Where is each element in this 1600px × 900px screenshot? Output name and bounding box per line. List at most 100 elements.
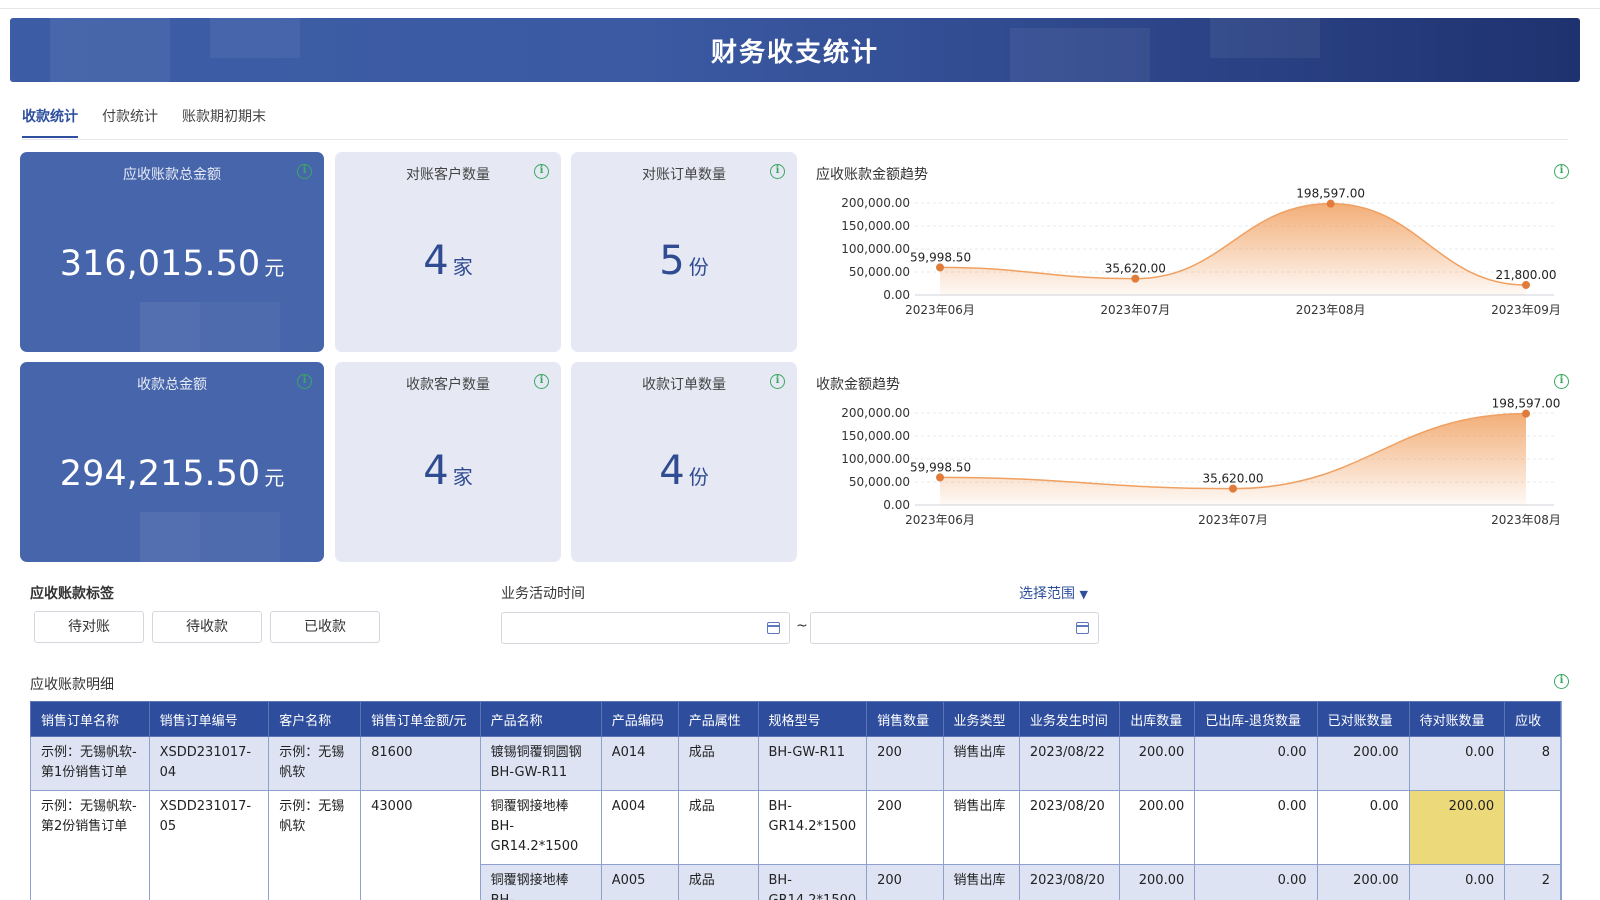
calendar-icon [767,622,780,634]
data-point[interactable] [936,263,944,272]
x-tick-label: 2023年07月 [1198,513,1268,527]
table-cell: 0.00 [1194,736,1318,791]
start-date-input[interactable] [501,612,790,644]
card-recon-orders: 对账订单数量 i 5份 [571,152,797,352]
chart-title-received: 收款金额趋势 [816,377,900,393]
tag-filter-label: 应收账款标签 [30,586,114,602]
column-header[interactable]: 客户名称 [268,701,362,737]
info-icon[interactable]: i [1554,674,1569,689]
y-tick-label: 100,000.00 [841,452,910,466]
table-cell: 200 [866,864,944,900]
y-tick-label: 150,000.00 [841,219,910,233]
table-cell: XSDD231017-05 [148,790,270,900]
header-banner: 财务收支统计 [10,18,1580,82]
table-row[interactable]: 示例：无锡帆软-第1份销售订单 XSDD231017-04 示例：无锡帆软 81600… [30,736,1561,791]
tag-received-button[interactable]: 已收款 [270,611,380,643]
received-trend-chart: 0.00 50,000.00 100,000.00 150,000.00 200,000… [841,398,1561,527]
card-title: 对账客户数量 [406,167,490,183]
info-icon[interactable]: i [770,374,785,389]
table-cell: 200 [866,790,944,865]
table-cell: BH-GR14.2*1500 [757,864,868,900]
table-cell: A004 [600,790,679,865]
column-header[interactable]: 出库数量 [1119,701,1196,737]
table-cell: 200.00 [1316,864,1410,900]
info-icon[interactable]: i [297,374,312,389]
data-point[interactable] [936,473,944,482]
table-cell: 0.00 [1194,864,1318,900]
select-range-dropdown[interactable]: 选择范围 ▼ [1019,583,1088,603]
receivable-detail-table: 销售订单名称 销售订单编号 客户名称 销售订单金额/元 产品名称 产品编码 产品属性 规格型号… [30,701,1562,900]
tab-bar: 收款统计 付款统计 账款期初期末 [22,106,266,138]
page-title: 财务收支统计 [710,38,879,68]
info-icon[interactable]: i [534,164,549,179]
info-icon[interactable]: i [770,164,785,179]
info-icon[interactable]: i [297,164,312,179]
data-point[interactable] [1229,484,1237,493]
y-tick-label: 200,000.00 [841,406,910,420]
table-cell: 200.00 [1408,790,1506,865]
column-header[interactable]: 产品属性 [677,701,759,737]
column-header[interactable]: 待对账数量 [1408,701,1506,737]
info-icon[interactable]: i [1554,374,1569,389]
tag-pending-receipt-button[interactable]: 待收款 [152,611,262,643]
date-separator: ~ [796,618,808,634]
table-row[interactable]: 示例：无锡帆软-第2份销售订单 XSDD231017-05 示例：无锡帆软 43000… [30,790,1561,900]
column-header[interactable]: 销售数量 [866,701,944,737]
column-header[interactable]: 销售订单名称 [30,701,150,737]
table-cell: 铜覆钢接地棒BH-GR14.2*1500 [479,790,602,865]
data-point[interactable] [1131,274,1140,283]
column-header[interactable]: 销售订单编号 [148,701,270,737]
y-tick-label: 200,000.00 [841,196,910,210]
time-filter-label: 业务活动时间 [501,586,585,602]
caret-down-icon: ▼ [1079,588,1088,601]
column-header[interactable]: 产品名称 [479,701,602,737]
data-label: 35,620.00 [1202,472,1263,486]
table-cell: 200 [866,736,944,791]
table-cell: 2023/08/20 [1018,864,1121,900]
card-value: 5份 [659,238,709,284]
table-cell: 镀锡铜覆铜圆钢BH-GW-R11 [479,736,602,791]
table-cell: A005 [600,864,679,900]
table-cell: 销售出库 [942,736,1020,791]
data-label: 59,998.50 [910,250,971,264]
info-icon[interactable]: i [534,374,549,389]
y-tick-label: 50,000.00 [849,265,910,279]
column-header[interactable]: 产品编码 [600,701,679,737]
table-cell: 0.00 [1408,864,1506,900]
column-header[interactable]: 销售订单金额/元 [360,701,481,737]
detail-title: 应收账款明细 [30,677,114,693]
x-tick-label: 2023年06月 [905,513,975,527]
column-header[interactable]: 规格型号 [757,701,868,737]
card-title: 收款订单数量 [642,377,726,393]
column-header[interactable]: 业务类型 [942,701,1020,737]
end-date-input[interactable] [810,612,1099,644]
column-header[interactable]: 应收 [1504,701,1561,737]
column-header[interactable]: 业务发生时间 [1018,701,1121,737]
tab-period-balance[interactable]: 账款期初期末 [182,106,266,138]
column-header[interactable]: 已对账数量 [1316,701,1410,737]
data-label: 59,998.50 [910,460,971,474]
table-cell [1504,790,1561,865]
column-header[interactable]: 已出库-退货数量 [1194,701,1318,737]
table-cell: 销售出库 [942,864,1020,900]
card-value: 294,215.50 元 [59,454,285,494]
table-cell: 0.00 [1316,790,1410,865]
data-point[interactable] [1326,199,1335,208]
tab-payment-stats[interactable]: 付款统计 [102,106,158,138]
x-tick-label: 2023年06月 [905,303,975,317]
card-recon-customers: 对账客户数量 i 4家 [335,152,561,352]
chart-title-receivable: 应收账款金额趋势 [816,167,928,183]
info-icon[interactable]: i [1554,164,1569,179]
x-tick-label: 2023年09月 [1491,303,1561,317]
table-cell: 示例：无锡帆软-第1份销售订单 [30,736,150,791]
card-value: 316,015.50 元 [59,244,285,284]
table-cell: 200.00 [1119,790,1196,865]
tab-receipt-stats[interactable]: 收款统计 [22,106,78,138]
data-point[interactable] [1522,280,1530,289]
tag-pending-recon-button[interactable]: 待对账 [34,611,144,643]
card-receivable-total: 应收账款总金额 i 316,015.50 元 [20,152,324,352]
data-point[interactable] [1522,409,1530,418]
table-cell: 示例：无锡帆软 [268,736,362,791]
table-cell: 0.00 [1194,790,1318,865]
y-tick-label: 50,000.00 [849,475,910,489]
